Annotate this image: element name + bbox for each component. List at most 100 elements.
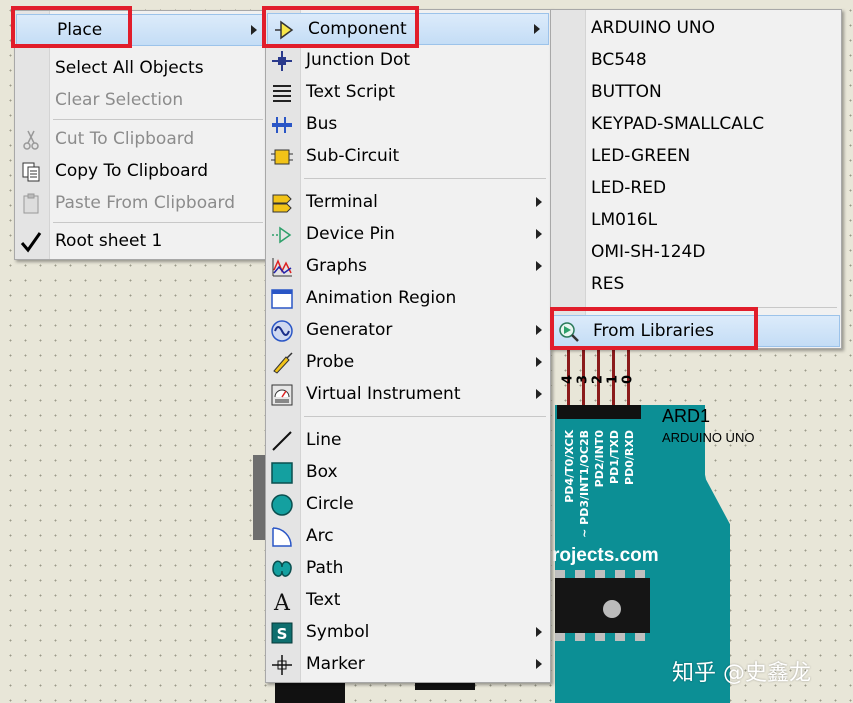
menu-item-select-all[interactable]: Select All Objects: [15, 53, 267, 85]
pin-number: 4: [560, 374, 576, 385]
generator-icon: [271, 320, 293, 342]
marker-icon: [272, 655, 292, 675]
menu-item-label: From Libraries: [593, 321, 714, 341]
animation-region-icon: [271, 289, 293, 309]
junction-dot-icon: [272, 51, 292, 71]
menu-item-clear-selection[interactable]: Clear Selection: [15, 85, 267, 117]
component-item[interactable]: ARDUINO UNO: [551, 13, 841, 45]
component-item[interactable]: LM016L: [551, 205, 841, 237]
menu-item-label: Probe: [306, 352, 355, 372]
menu-item-label: Line: [306, 430, 342, 450]
submenu-arrow-icon: [536, 627, 542, 637]
submenu-arrow-icon: [536, 357, 542, 367]
menu-item-label: RES: [591, 274, 625, 294]
menu-item-line[interactable]: Line: [266, 425, 550, 457]
symbol-icon: S: [271, 622, 293, 644]
svg-text:S: S: [277, 625, 288, 643]
menu-item-box[interactable]: Box: [266, 457, 550, 489]
menu-item-label: Sub-Circuit: [306, 146, 400, 166]
menu-item-label: Bus: [306, 114, 338, 134]
component-item[interactable]: BUTTON: [551, 77, 841, 109]
submenu-arrow-icon: [536, 325, 542, 335]
menu-item-label: LM016L: [591, 210, 658, 230]
menu-item-label: Copy To Clipboard: [55, 161, 209, 181]
probe-icon: [273, 352, 293, 374]
menu-item-copy[interactable]: Copy To Clipboard: [15, 156, 267, 188]
menu-item-label: Graphs: [306, 256, 368, 276]
virtual-instrument-icon: [271, 384, 293, 406]
component-item[interactable]: BC548: [551, 45, 841, 77]
menu-item-from-libraries[interactable]: From Libraries: [552, 315, 840, 347]
menu-item-circle[interactable]: Circle: [266, 489, 550, 521]
menu-item-label: LED-RED: [591, 178, 667, 198]
menu-item-component[interactable]: Component: [267, 13, 549, 45]
menu-item-label: Cut To Clipboard: [55, 129, 195, 149]
circle-icon: [271, 494, 293, 516]
menu-item-cut[interactable]: Cut To Clipboard: [15, 124, 267, 156]
menu-item-label: Junction Dot: [306, 50, 411, 70]
component-item[interactable]: LED-RED: [551, 173, 841, 205]
menu-item-graphs[interactable]: Graphs: [266, 251, 550, 283]
menu-item-terminal[interactable]: Terminal: [266, 187, 550, 219]
terminal-icon: [272, 194, 292, 213]
part-reference[interactable]: ARD1: [662, 406, 710, 427]
component-icon: [275, 20, 294, 40]
pin-header: [557, 405, 641, 419]
menu-item-label: ARDUINO UNO: [591, 18, 716, 38]
pin-label: PD2/INT0: [593, 430, 606, 488]
submenu-arrow-icon: [534, 24, 540, 34]
menu-item-text-script[interactable]: Text Script: [266, 77, 550, 109]
menu-item-path[interactable]: Path: [266, 553, 550, 585]
menu-item-label: Box: [306, 462, 338, 482]
component-item[interactable]: RES: [551, 269, 841, 301]
menu-item-text[interactable]: A Text: [266, 585, 550, 617]
menu-item-junction-dot[interactable]: Junction Dot: [266, 45, 550, 77]
menu-item-sub-circuit[interactable]: Sub-Circuit: [266, 141, 550, 173]
scissors-icon: [23, 130, 39, 150]
component-submenu: ARDUINO UNO BC548 BUTTON KEYPAD-SMALLCAL…: [550, 9, 842, 349]
menu-item-marker[interactable]: Marker: [266, 649, 550, 681]
submenu-arrow-icon: [536, 197, 542, 207]
menu-item-paste[interactable]: Paste From Clipboard: [15, 188, 267, 220]
pin-number: 1: [605, 374, 621, 385]
menu-item-probe[interactable]: Probe: [266, 347, 550, 379]
menu-item-place[interactable]: Place: [16, 14, 266, 46]
menu-item-label: LED-GREEN: [591, 146, 691, 166]
submenu-arrow-icon: [251, 25, 257, 35]
board-component: [275, 680, 345, 703]
path-icon: [272, 560, 292, 577]
menu-item-label: BUTTON: [591, 82, 662, 102]
menu-item-label: Place: [57, 20, 103, 40]
menu-item-virtual-instrument[interactable]: Virtual Instrument: [266, 379, 550, 411]
library-search-icon: [559, 322, 579, 342]
submenu-arrow-icon: [536, 389, 542, 399]
text-script-icon: [273, 85, 291, 102]
menu-item-label: Clear Selection: [55, 90, 184, 110]
menu-item-bus[interactable]: Bus: [266, 109, 550, 141]
menu-item-label: Paste From Clipboard: [55, 193, 236, 213]
sub-circuit-icon: [271, 149, 293, 165]
graphs-icon: [272, 258, 292, 277]
menu-item-root-sheet[interactable]: Root sheet 1: [15, 226, 267, 258]
menu-item-label: Text Script: [306, 82, 396, 102]
svg-text:A: A: [273, 591, 291, 613]
menu-item-device-pin[interactable]: Device Pin: [266, 219, 550, 251]
menu-item-generator[interactable]: Generator: [266, 315, 550, 347]
menu-item-label: BC548: [591, 50, 647, 70]
menu-item-arc[interactable]: Arc: [266, 521, 550, 553]
menu-item-label: KEYPAD-SMALLCALC: [591, 114, 765, 134]
menu-item-label: Terminal: [306, 192, 378, 212]
pin-label: PD4/T0/XCK: [563, 430, 576, 503]
component-item[interactable]: KEYPAD-SMALLCALC: [551, 109, 841, 141]
component-item[interactable]: LED-GREEN: [551, 141, 841, 173]
pin-label: ~ PD3/INT1/OC2B: [578, 430, 591, 538]
ic-chip: [555, 570, 650, 641]
menu-item-label: Root sheet 1: [55, 231, 163, 251]
copy-icon: [22, 162, 40, 182]
menu-item-label: Arc: [306, 526, 334, 546]
pin-number: 0: [620, 374, 636, 385]
menu-item-symbol[interactable]: S Symbol: [266, 617, 550, 649]
component-item[interactable]: OMI-SH-124D: [551, 237, 841, 269]
device-pin-icon: [272, 226, 292, 244]
menu-item-animation-region[interactable]: Animation Region: [266, 283, 550, 315]
